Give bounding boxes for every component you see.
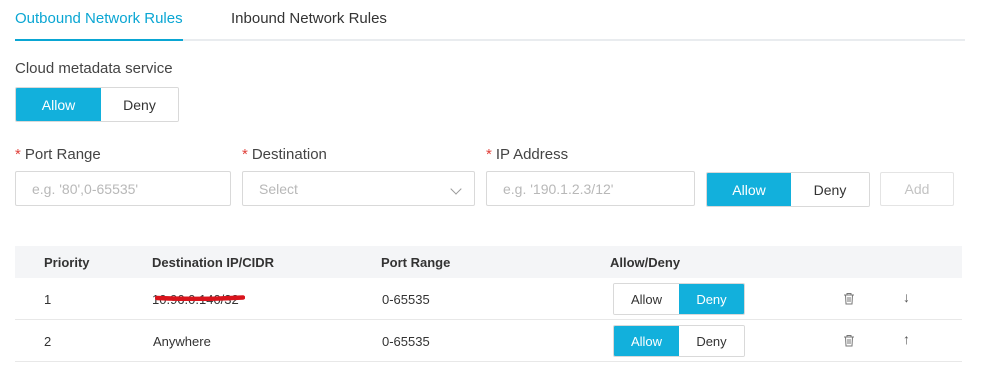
rule-allow-button[interactable]: Allow [707,173,791,206]
tab-inbound-network-rules[interactable]: Inbound Network Rules [231,10,387,27]
arrow-down-icon[interactable]: ↓ [903,289,910,305]
tab-outbound-network-rules[interactable]: Outbound Network Rules [15,10,183,41]
row-priority: 2 [44,334,52,349]
column-port-range: Port Range [381,255,451,270]
column-destination: Destination IP/CIDR [152,255,275,270]
port-range-label: * Port Range [15,146,101,163]
row-action-toggle: Allow Deny [613,283,745,315]
table-row: 1 10.96.0.140/32 0-65535 Allow Deny ↓ [15,278,962,320]
port-range-placeholder: e.g. '80',0-65535' [32,180,139,197]
row-allow-button[interactable]: Allow [614,326,679,356]
row-deny-button[interactable]: Deny [679,326,744,356]
rule-deny-button[interactable]: Deny [791,173,869,206]
row-deny-button[interactable]: Deny [679,284,744,314]
tab-bar: Outbound Network Rules Inbound Network R… [15,0,965,41]
rules-table-header: Priority Destination IP/CIDR Port Range … [15,246,962,278]
rule-action-toggle: Allow Deny [706,172,870,207]
add-rule-button[interactable]: Add [880,172,954,206]
column-allow-deny: Allow/Deny [610,255,681,270]
column-priority: Priority [44,255,90,270]
ip-address-input[interactable]: e.g. '190.1.2.3/12' [486,171,695,206]
row-priority: 1 [44,292,52,307]
row-port-range: 0-65535 [382,334,430,349]
table-row: 2 Anywhere 0-65535 Allow Deny ↑ [15,320,962,362]
cloud-metadata-label: Cloud metadata service [15,60,173,77]
destination-select[interactable]: Select [242,171,475,206]
port-range-input[interactable]: e.g. '80',0-65535' [15,171,231,206]
cloud-metadata-toggle: Allow Deny [15,87,179,122]
network-rules-panel: Outbound Network Rules Inbound Network R… [0,0,1005,384]
row-allow-button[interactable]: Allow [614,284,679,314]
trash-icon[interactable] [843,334,855,347]
destination-placeholder: Select [259,180,298,197]
row-port-range: 0-65535 [382,292,430,307]
arrow-up-icon[interactable]: ↑ [903,331,910,347]
required-mark: * [242,146,248,163]
row-action-toggle: Allow Deny [613,325,745,357]
ip-address-label: * IP Address [486,146,569,163]
row-destination: Anywhere [153,334,211,349]
chevron-down-icon [450,183,462,195]
cloud-metadata-allow-button[interactable]: Allow [16,88,101,121]
required-mark: * [15,146,21,163]
cloud-metadata-deny-button[interactable]: Deny [101,88,178,121]
destination-label: * Destination [242,146,327,163]
trash-icon[interactable] [843,292,855,305]
required-mark: * [486,146,492,163]
row-destination: 10.96.0.140/32 [152,292,239,307]
ip-address-placeholder: e.g. '190.1.2.3/12' [503,180,614,197]
